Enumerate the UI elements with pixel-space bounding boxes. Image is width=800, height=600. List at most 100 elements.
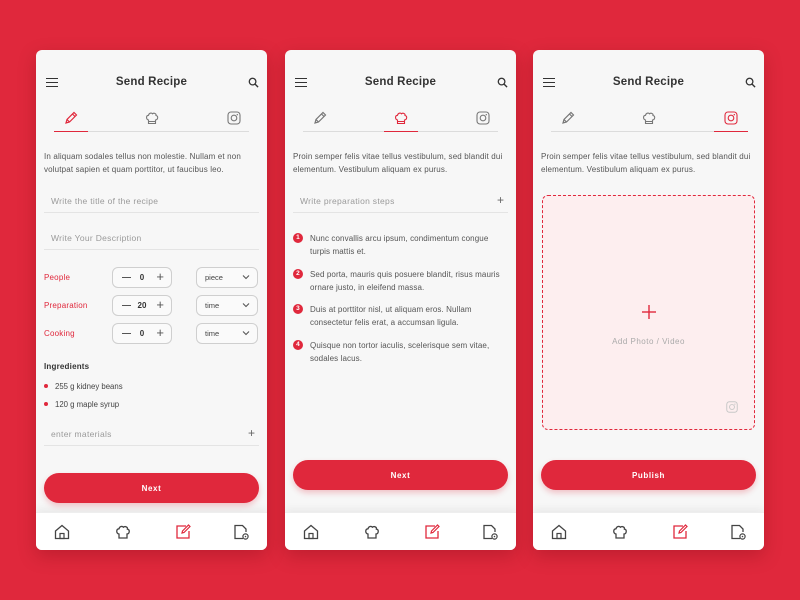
tab-media[interactable]	[217, 108, 251, 131]
media-upload-area[interactable]: Add Photo / Video	[542, 195, 755, 430]
increment-button[interactable]: +	[156, 298, 164, 312]
intro-text: Proin semper felis vitae tellus vestibul…	[541, 152, 751, 174]
add-step-button[interactable]: +	[497, 193, 504, 207]
tab-preparation[interactable]	[135, 108, 169, 131]
document-settings-icon[interactable]	[232, 523, 250, 541]
recipe-description-input[interactable]	[44, 231, 259, 243]
step-number: 2	[293, 268, 303, 279]
search-icon[interactable]	[745, 77, 756, 88]
add-material-button[interactable]: +	[248, 426, 255, 440]
chef-hat-icon	[395, 112, 408, 125]
materials-input[interactable]	[44, 427, 259, 439]
preparation-unit-select[interactable]: time	[196, 295, 258, 316]
page-title: Send Recipe	[364, 76, 437, 88]
increment-button[interactable]: +	[156, 270, 164, 284]
people-label: People	[44, 273, 71, 282]
increment-button[interactable]: +	[156, 326, 164, 340]
select-value: piece	[205, 273, 223, 282]
materials-field[interactable]: +	[44, 424, 259, 446]
step-number: 4	[293, 339, 303, 350]
stepper-value: 0	[139, 329, 145, 338]
publish-button[interactable]: Publish	[541, 460, 756, 490]
tab-preparation[interactable]	[632, 108, 666, 131]
ingredient-item: 255 g kidney beans	[44, 382, 123, 391]
ingredient-text: 120 g maple syrup	[55, 400, 120, 409]
chef-hat-icon[interactable]	[114, 523, 132, 541]
instagram-icon	[227, 111, 241, 125]
edit-icon[interactable]	[671, 523, 689, 541]
home-icon[interactable]	[302, 523, 320, 541]
pencil-icon	[314, 111, 327, 124]
intro-text: Proin semper felis vitae tellus vestibul…	[293, 152, 503, 174]
pencil-icon	[562, 111, 575, 124]
preparation-stepper[interactable]: 20 +	[112, 295, 172, 316]
decrement-button[interactable]	[122, 333, 131, 335]
instagram-icon	[724, 111, 738, 125]
decrement-button[interactable]	[122, 305, 131, 307]
screen-media: Send Recipe Proin semper felis vitae tel…	[533, 50, 764, 550]
ingredients-heading: Ingredients	[44, 362, 90, 371]
header: Send Recipe	[285, 74, 516, 92]
recipe-title-input[interactable]	[44, 194, 259, 206]
pencil-icon	[65, 111, 78, 124]
step-text: Nunc convallis arcu ipsum, condimentum c…	[310, 234, 489, 256]
stepper-value: 0	[139, 273, 145, 282]
people-unit-select[interactable]: piece	[196, 267, 258, 288]
tab-details[interactable]	[551, 108, 585, 131]
tab-bar	[54, 108, 249, 132]
select-value: time	[205, 329, 220, 338]
tab-media[interactable]	[466, 108, 500, 131]
edit-icon[interactable]	[174, 523, 192, 541]
step-number: 3	[293, 304, 303, 314]
step-text: Duis at porttitor nisl, ut aliquam eros.…	[310, 305, 472, 327]
chevron-down-icon	[242, 275, 250, 280]
step-number: 1	[293, 233, 303, 243]
people-stepper[interactable]: 0 +	[112, 267, 172, 288]
search-icon[interactable]	[497, 77, 508, 88]
chef-hat-icon[interactable]	[363, 523, 381, 541]
preparation-steps-field[interactable]: +	[293, 191, 508, 213]
next-button[interactable]: Next	[293, 460, 508, 490]
chef-hat-icon[interactable]	[611, 523, 629, 541]
chef-hat-icon	[146, 112, 159, 125]
decrement-button[interactable]	[122, 277, 131, 279]
select-value: time	[205, 301, 220, 310]
chef-hat-icon	[643, 112, 656, 125]
steps-list: 1 Nunc convallis arcu ipsum, condimentum …	[293, 232, 508, 374]
chevron-down-icon	[242, 331, 250, 336]
ingredient-item: 120 g maple syrup	[44, 400, 119, 409]
bottom-nav	[285, 512, 516, 550]
step-item: 1 Nunc convallis arcu ipsum, condimentum …	[293, 232, 508, 258]
header: Send Recipe	[533, 74, 764, 92]
tab-preparation[interactable]	[384, 108, 418, 132]
preparation-steps-input[interactable]	[293, 194, 508, 206]
document-settings-icon[interactable]	[729, 523, 747, 541]
tab-details[interactable]	[303, 108, 337, 131]
screen-recipe-details: Send Recipe In aliquam sodales tellus no…	[36, 50, 267, 550]
recipe-description-field[interactable]	[44, 228, 259, 250]
recipe-title-field[interactable]	[44, 191, 259, 213]
next-button[interactable]: Next	[44, 473, 259, 503]
step-text: Quisque non tortor iaculis, scelerisque …	[310, 340, 490, 363]
instagram-icon	[726, 401, 738, 413]
edit-icon[interactable]	[423, 523, 441, 541]
home-icon[interactable]	[550, 523, 568, 541]
cooking-unit-select[interactable]: time	[196, 323, 258, 344]
bottom-nav	[533, 512, 764, 550]
cooking-stepper[interactable]: 0 +	[112, 323, 172, 344]
header: Send Recipe	[36, 74, 267, 92]
search-icon[interactable]	[248, 77, 259, 88]
tab-media[interactable]	[714, 108, 748, 132]
ingredient-text: 255 g kidney beans	[55, 382, 123, 391]
plus-icon	[641, 305, 656, 319]
preparation-label: Preparation	[44, 301, 88, 310]
tab-bar	[303, 108, 498, 132]
tab-bar	[551, 108, 748, 132]
tab-details[interactable]	[54, 108, 88, 132]
document-settings-icon[interactable]	[481, 523, 499, 541]
page-title: Send Recipe	[115, 76, 188, 88]
home-icon[interactable]	[53, 523, 71, 541]
cooking-label: Cooking	[44, 329, 75, 338]
page-title: Send Recipe	[612, 76, 685, 88]
intro-text: In aliquam sodales tellus non molestie. …	[44, 152, 241, 174]
